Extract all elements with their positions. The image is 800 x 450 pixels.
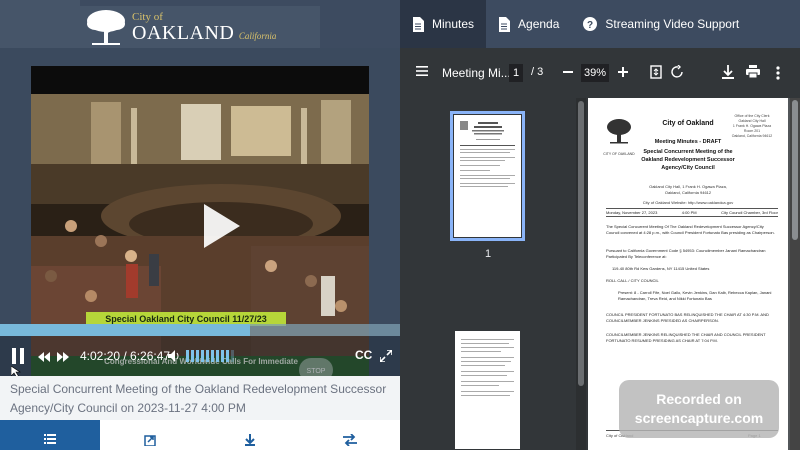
doc-date: Monday, November 27, 2023 bbox=[606, 210, 658, 215]
thumbnail-scrollbar-thumb[interactable] bbox=[578, 101, 584, 386]
doc-rule bbox=[606, 216, 778, 217]
doc-present: Present: 8 - Carroll Fife, Noel Gallo, K… bbox=[618, 290, 772, 301]
download-tab[interactable] bbox=[200, 420, 300, 450]
doc-address-line: Oakland, California 94612 bbox=[664, 190, 712, 195]
rewind-icon[interactable] bbox=[38, 352, 50, 362]
doc-location: City Council Chamber, 3rd Floor bbox=[721, 210, 778, 215]
thumbnail-page-1[interactable] bbox=[454, 115, 521, 237]
play-icon[interactable] bbox=[188, 196, 248, 256]
nav-streaming-support[interactable]: ? Streaming Video Support bbox=[571, 0, 751, 48]
meeting-title: Special Concurrent Meeting of the Oaklan… bbox=[0, 376, 400, 422]
doc-meeting-title-line: Oakland Redevelopment Successor bbox=[641, 157, 735, 163]
list-tab[interactable] bbox=[0, 420, 100, 450]
rotate-icon[interactable] bbox=[671, 65, 685, 79]
volume-bar-segment bbox=[196, 350, 199, 362]
logo-state-text: California bbox=[238, 30, 277, 41]
volume-bar-segment bbox=[216, 350, 219, 362]
zoom-out-icon[interactable] bbox=[563, 71, 573, 73]
doc-paragraph: The Special Concurrent Meeting Of The Oa… bbox=[606, 224, 775, 235]
bottom-action-bar bbox=[0, 420, 400, 450]
volume-icon[interactable] bbox=[168, 350, 182, 362]
doc-meeting-title-line: Special Concurrent Meeting of the bbox=[643, 149, 733, 155]
pdf-toolbar: Meeting Mi... 1 / 3 39% bbox=[400, 48, 800, 98]
thumbnail-1-number: 1 bbox=[485, 248, 492, 260]
nav-streaming-label: Streaming Video Support bbox=[605, 17, 740, 31]
volume-slider[interactable] bbox=[186, 350, 234, 362]
document-scrollbar-thumb[interactable] bbox=[792, 100, 798, 240]
document-icon bbox=[413, 16, 424, 32]
time-display: 4:02:20 / 6:26:47 bbox=[80, 349, 171, 363]
fit-page-icon[interactable] bbox=[650, 65, 662, 79]
doc-rule bbox=[606, 208, 778, 209]
zoom-in-icon[interactable] bbox=[618, 67, 628, 77]
thumbnail-page-1-preview bbox=[460, 121, 515, 187]
doc-paragraph: 119-40 80th Rd Kew Gardens, NY 11415 Uni… bbox=[612, 266, 710, 271]
volume-bar-segment bbox=[186, 350, 189, 362]
captions-button[interactable]: CC bbox=[355, 348, 372, 362]
doc-heading: City of Oakland bbox=[662, 120, 714, 127]
watermark-line2: screencapture.com bbox=[634, 410, 764, 426]
svg-text:?: ? bbox=[587, 20, 593, 31]
doc-address-line: Oakland City Hall, 1 Frank H. Ogawa Plaz… bbox=[649, 184, 727, 189]
nav-agenda[interactable]: Agenda bbox=[486, 0, 571, 48]
pdf-title: Meeting Mi... bbox=[442, 66, 511, 80]
app-root: City of OAKLAND California Minutes Agend… bbox=[0, 0, 800, 450]
video-panel: STOP Special Oakland City Council 11/27/… bbox=[0, 48, 400, 450]
doc-paragraph: Pursuant to California Government Code §… bbox=[606, 248, 766, 259]
more-options-icon[interactable] bbox=[776, 66, 780, 80]
volume-bar-segment bbox=[191, 350, 194, 362]
download-icon bbox=[245, 434, 255, 446]
share-icon bbox=[144, 435, 156, 446]
video-controls: 4:02:20 / 6:26:47 CC bbox=[0, 324, 400, 378]
doc-time: 4:00 PM bbox=[681, 210, 697, 215]
pause-icon[interactable] bbox=[11, 348, 25, 364]
swap-icon bbox=[343, 434, 357, 446]
swap-tab[interactable] bbox=[300, 420, 400, 450]
doc-website: City of Oakland Website: http://www.oakl… bbox=[642, 200, 734, 205]
doc-meeting-title-line: Agency/City Council bbox=[661, 165, 715, 171]
city-logo[interactable]: City of OAKLAND California bbox=[80, 6, 320, 48]
document-icon bbox=[499, 16, 511, 32]
list-icon bbox=[44, 434, 56, 444]
doc-paragraph: COUNCILMEMBER JENKINS RELINQUISHED THE C… bbox=[606, 332, 766, 343]
doc-paragraph: COUNCIL PRESIDENT FORTUNATO BAS RELINQUI… bbox=[606, 312, 769, 323]
volume-bar-segment bbox=[201, 350, 204, 362]
volume-bar-segment bbox=[226, 350, 229, 362]
seek-bar[interactable] bbox=[0, 324, 400, 336]
nav-minutes-label: Minutes bbox=[432, 17, 475, 31]
fullscreen-icon[interactable] bbox=[380, 350, 392, 362]
volume-bar-segment bbox=[206, 350, 209, 362]
doc-roll-call: ROLL CALL / CITY COUNCIL bbox=[606, 278, 659, 283]
top-nav: Minutes Agenda ? Streaming Video Support bbox=[400, 0, 751, 48]
volume-bar-segment bbox=[231, 350, 234, 362]
zoom-input[interactable]: 39% bbox=[581, 64, 609, 82]
help-circle-icon: ? bbox=[583, 17, 598, 31]
thumbnail-sidebar: 1 2 bbox=[400, 98, 590, 450]
thumbnail-page-2-preview bbox=[461, 339, 514, 396]
share-tab[interactable] bbox=[100, 420, 200, 450]
menu-icon[interactable] bbox=[416, 65, 428, 77]
nav-minutes[interactable]: Minutes bbox=[400, 0, 487, 48]
volume-bar-segment bbox=[221, 350, 224, 362]
header-spacer bbox=[0, 0, 80, 48]
logo-wordmark: City of OAKLAND California bbox=[132, 11, 277, 44]
logo-name-text: OAKLAND bbox=[132, 21, 235, 44]
doc-date-row: Monday, November 27, 2023 4:00 PM City C… bbox=[606, 210, 778, 215]
recording-watermark: Recorded on screencapture.com bbox=[619, 380, 779, 438]
top-header: City of OAKLAND California Minutes Agend… bbox=[0, 0, 800, 48]
watermark-line1: Recorded on bbox=[656, 391, 742, 407]
nav-agenda-label: Agenda bbox=[518, 17, 560, 31]
print-icon[interactable] bbox=[746, 65, 760, 78]
page-total: / 3 bbox=[531, 66, 544, 78]
oak-tree-icon bbox=[87, 10, 125, 45]
volume-bar-segment bbox=[211, 350, 214, 362]
doc-subheading: Meeting Minutes - DRAFT bbox=[654, 139, 722, 145]
download-icon[interactable] bbox=[722, 65, 734, 79]
fast-forward-icon[interactable] bbox=[57, 352, 69, 362]
page-number-input[interactable]: 1 bbox=[509, 64, 523, 82]
thumbnail-page-2[interactable] bbox=[455, 331, 520, 449]
seek-bar-fill bbox=[0, 324, 250, 336]
